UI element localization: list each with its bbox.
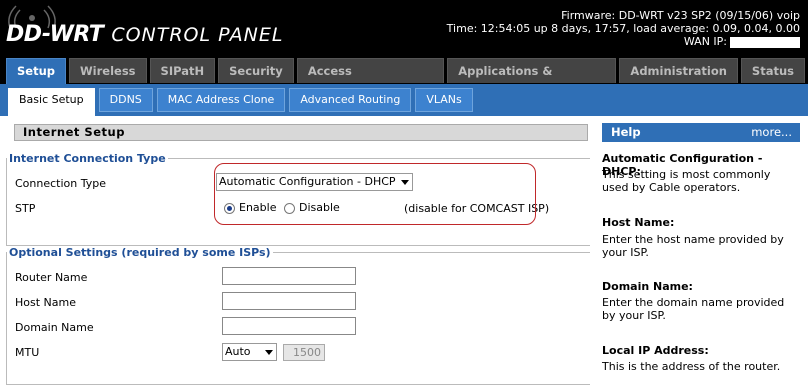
- mtu-label: MTU: [15, 346, 40, 359]
- highlight-annotation: [214, 163, 536, 225]
- connection-type-legend: Internet Connection Type: [9, 152, 166, 165]
- subtab-advanced-routing[interactable]: Advanced Routing: [289, 88, 412, 112]
- router-name-label: Router Name: [15, 271, 88, 284]
- tab-security[interactable]: Security: [218, 58, 294, 83]
- help-item-title: Domain Name:: [602, 280, 693, 293]
- domain-name-label: Domain Name: [15, 321, 94, 334]
- help-title: Help: [611, 125, 641, 139]
- tab-sipath[interactable]: SIPatH: [149, 58, 216, 83]
- wan-ip-label: WAN IP:: [683, 35, 727, 48]
- mtu-value-input[interactable]: 1500: [283, 343, 325, 361]
- connection-type-label: Connection Type: [15, 177, 107, 190]
- subtab-basic-setup[interactable]: Basic Setup: [8, 88, 95, 116]
- tab-administration[interactable]: Administration: [619, 58, 738, 83]
- help-item-text: This is the address of the router.: [602, 360, 781, 373]
- help-item-title: Host Name:: [602, 216, 675, 229]
- help-item-text: This setting is most commonly used by Ca…: [602, 168, 771, 194]
- help-panel: Help more... Automatic Configuration - D…: [594, 116, 808, 385]
- control-panel-title: CONTROL PANEL: [111, 24, 284, 46]
- domain-name-input[interactable]: [222, 317, 356, 335]
- router-info: Firmware: DD-WRT v23 SP2 (09/15/06) voip…: [447, 9, 800, 48]
- host-name-label: Host Name: [15, 296, 76, 309]
- host-name-input[interactable]: [222, 292, 356, 310]
- help-item-text: Enter the host name provided by your ISP…: [602, 233, 784, 259]
- subtab-vlans[interactable]: VLANs: [415, 88, 473, 112]
- tab-wireless[interactable]: Wireless: [69, 58, 147, 83]
- sub-tabs: Basic Setup DDNS MAC Address Clone Advan…: [8, 88, 477, 116]
- stp-label: STP: [15, 202, 36, 215]
- logo: DD-WRT CONTROL PANEL: [6, 22, 283, 47]
- wan-ip-row: WAN IP:: [447, 35, 800, 48]
- wan-ip-redacted: [730, 36, 800, 48]
- mtu-controls: Auto 1500: [222, 343, 325, 361]
- tab-access-restrictions[interactable]: Access Restrictions: [296, 58, 445, 103]
- uptime-text: Time: 12:54:05 up 8 days, 17:57, load av…: [446, 22, 800, 35]
- help-item-text: Enter the domain name provided by your I…: [602, 296, 785, 322]
- mtu-mode-select[interactable]: Auto: [222, 343, 277, 361]
- tab-applications-gaming[interactable]: Applications & Gaming: [447, 58, 617, 103]
- router-name-input[interactable]: [222, 267, 356, 285]
- tab-setup[interactable]: Setup: [6, 58, 66, 84]
- section-title: Internet Setup: [14, 124, 588, 141]
- help-more-link[interactable]: more...: [751, 123, 792, 141]
- tab-status[interactable]: Status: [740, 58, 805, 83]
- subtab-mac-address-clone[interactable]: MAC Address Clone: [156, 88, 286, 112]
- optional-settings-legend: Optional Settings (required by some ISPs…: [9, 246, 271, 259]
- chevron-down-icon: [265, 350, 273, 355]
- help-header: Help more...: [602, 123, 800, 142]
- mtu-mode-value: Auto: [225, 345, 251, 358]
- main-tabs: Setup Wireless SIPatH Security Access Re…: [6, 58, 808, 103]
- help-item-title: Local IP Address:: [602, 344, 709, 357]
- subtab-ddns[interactable]: DDNS: [98, 88, 153, 112]
- brand-name: DD-WRT: [6, 22, 104, 47]
- main-content: Internet Setup Internet Connection Type …: [0, 116, 592, 385]
- firmware-text: Firmware: DD-WRT v23 SP2 (09/15/06) voip: [561, 9, 800, 22]
